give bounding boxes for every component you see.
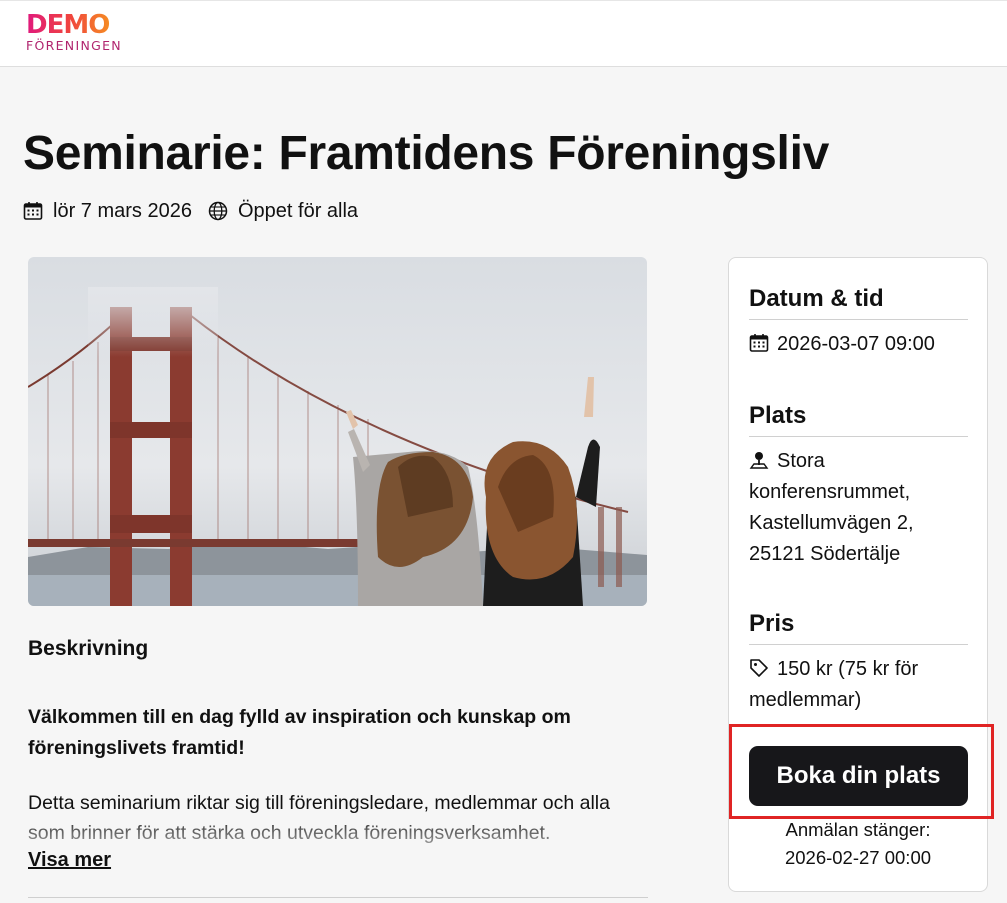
price-row: 150 kr (75 kr för medlemmar) (749, 654, 971, 716)
show-more-link[interactable]: Visa mer (28, 849, 111, 872)
price-value: 150 kr (75 kr för medlemmar) (749, 658, 919, 711)
datetime-heading: Datum & tid (749, 285, 884, 312)
event-meta: lör 7 mars 2026 Öppet för alla (23, 198, 358, 224)
calendar-icon (749, 332, 769, 352)
registration-closes-label: Anmälan stänger: (785, 819, 931, 840)
event-visibility: Öppet för alla (237, 199, 359, 222)
price-heading: Pris (749, 610, 795, 637)
globe-icon (208, 201, 228, 221)
top-bar: DEMO FÖRENINGEN (0, 0, 1007, 67)
event-hero-image (28, 257, 647, 606)
location-row: Stora konferensrummet, Kastellumvägen 2,… (749, 446, 971, 570)
highlight-box (729, 724, 994, 819)
page-title: Seminarie: Framtidens Föreningsliv (23, 127, 830, 180)
description-heading: Beskrivning (28, 637, 149, 660)
logo-sub-text: FÖRENINGEN (26, 38, 122, 53)
description-lead: Välkommen till en dag fylld av inspirati… (28, 706, 571, 759)
event-date: lör 7 mars 2026 (53, 199, 192, 222)
datetime-value: 2026-03-07 09:00 (777, 333, 935, 355)
datetime-row: 2026-03-07 09:00 (749, 329, 971, 360)
description-body: Detta seminarium riktar sig till förenin… (28, 792, 610, 844)
location-heading: Plats (749, 402, 807, 429)
location-pin-icon (749, 449, 769, 469)
logo-main-text: DEMO (26, 11, 122, 39)
divider (28, 897, 648, 898)
registration-closes-value: 2026-02-27 00:00 (784, 847, 932, 868)
brand-logo[interactable]: DEMO FÖRENINGEN (26, 11, 122, 53)
divider (749, 319, 968, 320)
divider (749, 436, 968, 437)
divider (749, 644, 968, 645)
location-value: Stora konferensrummet, Kastellumvägen 2,… (749, 450, 914, 565)
price-tag-icon (749, 657, 769, 677)
calendar-icon (23, 201, 43, 221)
